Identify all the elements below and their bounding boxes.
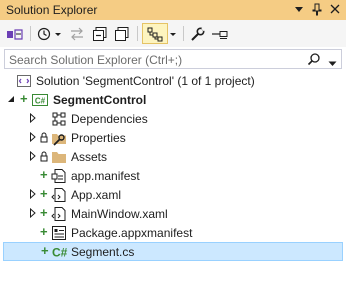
- chevron-down-icon: [55, 32, 61, 36]
- tree-row-app-manifest[interactable]: + app.manifest: [0, 166, 346, 185]
- search-box[interactable]: Search Solution Explorer (Ctrl+;): [4, 49, 342, 69]
- toolbar: [0, 20, 346, 47]
- tree-row-solution[interactable]: Solution 'SegmentControl' (1 of 1 projec…: [0, 71, 346, 90]
- tree-item-label: Properties: [71, 131, 126, 145]
- collapsed-arrow-icon[interactable]: [29, 132, 37, 142]
- lock-icon: [40, 132, 48, 143]
- xaml-icon: [51, 207, 66, 221]
- chevron-down-icon: [170, 32, 176, 36]
- file-nesting-dropdown[interactable]: [168, 23, 178, 44]
- close-icon[interactable]: [328, 1, 342, 17]
- tree-row-segment-cs[interactable]: + C# Segment.cs: [3, 242, 343, 261]
- tree-row-package-appxmanifest[interactable]: + Package.appxmanifest: [0, 223, 346, 242]
- search-icon[interactable]: [307, 52, 321, 69]
- svg-text:C#: C#: [52, 246, 68, 260]
- tree-item-label: MainWindow.xaml: [71, 207, 168, 221]
- switch-views-icon: [7, 28, 23, 40]
- properties-button[interactable]: [188, 23, 208, 44]
- folder-icon: [52, 152, 66, 163]
- added-mark-icon: +: [40, 167, 48, 182]
- manifest-icon: [51, 169, 66, 183]
- collapse-all-icon: [93, 26, 107, 41]
- added-mark-icon: +: [40, 205, 48, 220]
- collapsed-arrow-icon[interactable]: [29, 113, 37, 123]
- title-controls: [292, 1, 342, 17]
- added-mark-icon: +: [41, 243, 49, 258]
- csharp-file-icon: C#: [52, 246, 68, 260]
- added-mark-icon: +: [40, 224, 48, 239]
- tree-row-app-xaml[interactable]: + App.xaml: [0, 185, 346, 204]
- tree-row-assets[interactable]: Assets: [0, 147, 346, 166]
- added-mark-icon: +: [20, 91, 28, 106]
- dropdown-arrow-icon[interactable]: [292, 1, 306, 17]
- wrench-icon: [191, 26, 206, 41]
- collapse-all-button[interactable]: [90, 23, 110, 44]
- tree-item-label: Assets: [71, 150, 108, 164]
- expanded-arrow-icon[interactable]: [7, 95, 15, 103]
- tree-row-dependencies[interactable]: Dependencies: [0, 109, 346, 128]
- history-dropdown[interactable]: [53, 23, 63, 44]
- tree-item-label: Segment.cs: [71, 245, 135, 259]
- tree-row-mainwindow-xaml[interactable]: + MainWindow.xaml: [0, 204, 346, 223]
- switch-views-button[interactable]: [4, 23, 26, 44]
- chevron-down-icon: [328, 61, 337, 66]
- tree-item-label: app.manifest: [71, 169, 140, 183]
- tree-item-label: Dependencies: [71, 112, 148, 126]
- history-button[interactable]: [35, 23, 53, 44]
- lock-icon: [40, 151, 48, 162]
- toolbar-separator: [183, 26, 184, 41]
- sync-icon: [71, 27, 83, 40]
- show-all-files-icon: [115, 26, 129, 41]
- xaml-icon: [51, 188, 66, 202]
- toolbar-separator: [137, 26, 138, 41]
- solution-label: Solution 'SegmentControl' (1 of 1 projec…: [36, 74, 255, 88]
- wrench-folder-icon: [52, 134, 66, 146]
- csharp-project-icon: C#: [32, 94, 48, 106]
- sync-button[interactable]: [67, 23, 87, 44]
- file-nesting-icon: [147, 27, 163, 41]
- title-bar: Solution Explorer: [0, 0, 346, 20]
- collapsed-arrow-icon[interactable]: [29, 189, 37, 199]
- preview-button[interactable]: [210, 23, 230, 44]
- history-icon: [37, 27, 51, 40]
- solution-icon: [17, 75, 31, 87]
- collapsed-arrow-icon[interactable]: [29, 151, 37, 161]
- toolbar-separator: [30, 26, 31, 41]
- search-input[interactable]: Search Solution Explorer (Ctrl+;): [9, 53, 182, 67]
- added-mark-icon: +: [40, 186, 48, 201]
- tree-row-project[interactable]: + C# SegmentControl: [0, 90, 346, 109]
- tree-row-properties[interactable]: Properties: [0, 128, 346, 147]
- search-options-dropdown[interactable]: [328, 56, 337, 70]
- dependencies-icon: [52, 112, 66, 126]
- tree-item-label: Package.appxmanifest: [71, 226, 193, 240]
- tree-item-label: App.xaml: [71, 188, 122, 202]
- preview-icon: [212, 30, 228, 39]
- svg-text:C#: C#: [35, 97, 46, 106]
- collapsed-arrow-icon[interactable]: [29, 208, 37, 218]
- show-all-files-button[interactable]: [112, 23, 132, 44]
- project-label: SegmentControl: [53, 93, 147, 107]
- file-nesting-button[interactable]: [142, 23, 168, 44]
- pin-icon[interactable]: [310, 1, 324, 17]
- window-title: Solution Explorer: [6, 3, 98, 17]
- package-manifest-icon: [52, 226, 66, 240]
